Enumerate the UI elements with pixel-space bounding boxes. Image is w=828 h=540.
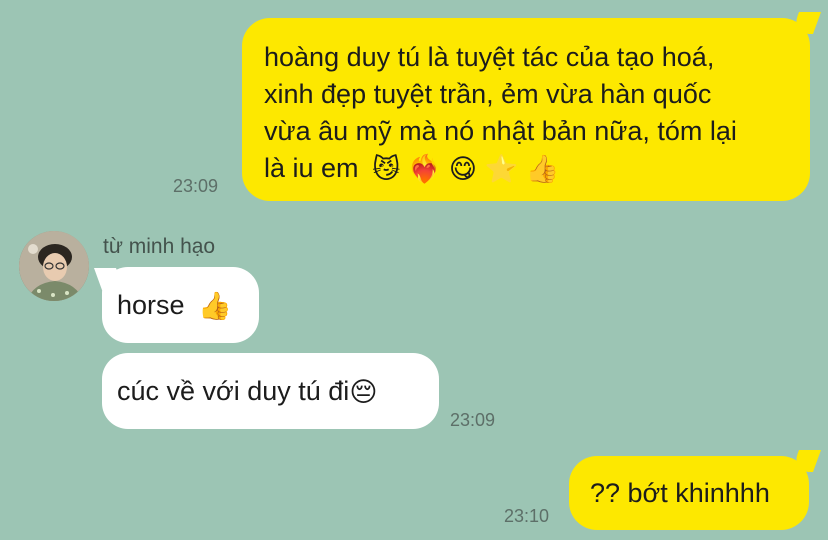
avatar[interactable] (19, 231, 89, 301)
message-line: vừa âu mỹ mà nó nhật bản nữa, tóm lại (264, 116, 737, 146)
message-timestamp: 23:09 (450, 410, 496, 430)
message-text: ?? bớt khinhhh (590, 478, 770, 508)
outgoing-message-bubble[interactable]: ?? bớt khinhhh (569, 456, 809, 530)
cat-emoji-icon: 😼 (372, 154, 401, 185)
message-timestamp: 23:09 (173, 176, 219, 196)
message-line: xinh đẹp tuyệt trần, ẻm vừa hàn quốc (264, 79, 712, 109)
avatar-image (19, 231, 89, 301)
message-line: là iu em 😼 ❤️‍🔥 😋 ⭐ 👍 (264, 150, 788, 188)
message-timestamp: 23:10 (504, 506, 550, 526)
heart-on-fire-emoji-icon: ❤️‍🔥 (407, 154, 442, 185)
message-line-text: là iu em (264, 153, 359, 183)
sender-name: từ minh hạo (103, 235, 216, 258)
outgoing-message-bubble[interactable]: hoàng duy tú là tuyệt tác của tạo hoá, x… (242, 18, 810, 201)
star-emoji-icon: ⭐ (484, 154, 519, 185)
message-text: cúc về với duy tú đi (117, 376, 350, 406)
thumbs-up-emoji-icon: 👍 (525, 154, 560, 185)
incoming-message-bubble[interactable]: cúc về với duy tú đi😔 (102, 353, 439, 429)
message-line: hoàng duy tú là tuyệt tác của tạo hoá, (264, 42, 715, 72)
message-text: horse (117, 290, 185, 320)
pensive-face-emoji-icon: 😔 (349, 377, 378, 408)
thumbs-up-emoji-icon: 👍 (198, 291, 232, 322)
yum-face-emoji-icon: 😋 (448, 154, 478, 185)
incoming-message-bubble[interactable]: horse 👍 (102, 267, 259, 343)
